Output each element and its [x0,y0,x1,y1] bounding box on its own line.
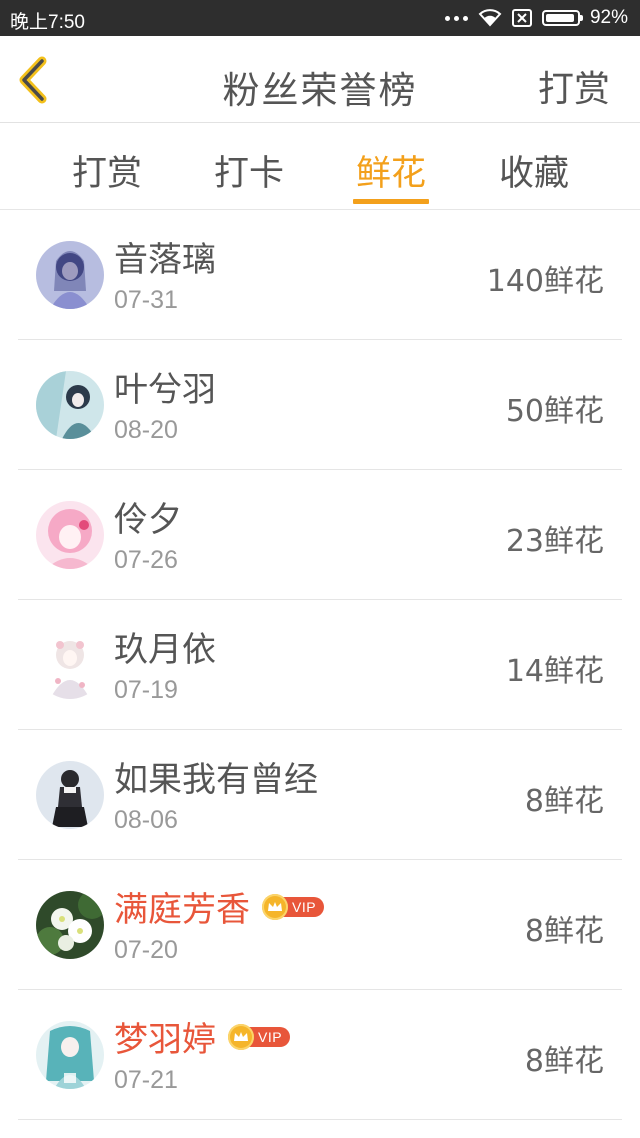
fan-name-line: 如果我有曾经 [114,752,318,801]
fan-date: 07-31 [114,286,178,314]
fan-name-line: 伶夕 [114,492,182,541]
wifi-icon [478,9,502,27]
fan-name: 梦羽婷 [114,1020,216,1060]
fan-name: 叶兮羽 [114,370,216,410]
fan-date: 07-21 [114,1066,178,1094]
list-item[interactable]: 玖月依 07-19 14鲜花 [0,600,640,730]
flower-count: 14鲜花 [505,654,604,689]
fan-list: 音落璃 07-31 140鲜花 叶兮羽 08-20 50鲜花 伶夕 07-26 … [0,210,640,1120]
fan-name-line: 梦羽婷 VIP [114,1012,291,1061]
fan-name: 玖月依 [114,630,216,670]
status-icons: 92% [444,6,628,30]
fan-name-line: 叶兮羽 [114,362,216,411]
fan-date: 07-26 [114,546,178,574]
crown-icon [228,1023,254,1050]
fan-date: 07-19 [114,676,178,704]
reward-button[interactable]: 打赏 [538,60,610,112]
flower-count: 140鲜花 [486,264,604,299]
sim-off-icon [511,9,532,27]
status-time: 晚上7:50 [10,12,85,33]
avatar [36,891,104,959]
tab-bar: 打赏 打卡 鲜花 收藏 [0,123,640,210]
fan-name: 满庭芳香 [114,890,250,930]
list-item[interactable]: 叶兮羽 08-20 50鲜花 [0,340,640,470]
fan-name: 如果我有曾经 [114,760,318,800]
flower-count: 8鲜花 [524,914,604,949]
list-item[interactable]: 音落璃 07-31 140鲜花 [0,210,640,340]
status-bar: 晚上7:50 92% [0,0,640,36]
fan-date: 08-06 [114,806,178,834]
avatar [36,501,104,569]
active-tab-indicator [353,199,429,204]
list-item[interactable]: 梦羽婷 VIP 07-21 8鲜花 [0,990,640,1120]
battery-percent: 92% [589,7,628,28]
fan-name-line: 音落璃 [114,232,216,281]
crown-icon [262,893,288,920]
vip-badge: VIP [262,893,325,920]
fan-name: 音落璃 [114,240,216,280]
list-item[interactable]: 满庭芳香 VIP 07-20 8鲜花 [0,860,640,990]
flower-count: 8鲜花 [524,1044,604,1079]
fan-name-line: 满庭芳香 VIP [114,882,325,931]
avatar [36,631,104,699]
tab-favorites[interactable]: 收藏 [499,145,569,196]
battery-icon [541,10,583,26]
avatar [36,371,104,439]
list-item[interactable]: 伶夕 07-26 23鲜花 [0,470,640,600]
fan-name-line: 玖月依 [114,622,216,671]
flower-count: 50鲜花 [505,394,604,429]
tab-flowers[interactable]: 鲜花 [356,145,426,196]
vip-badge: VIP [228,1023,291,1050]
more-dots-icon [444,15,468,21]
fan-date: 08-20 [114,416,178,444]
tab-checkin[interactable]: 打卡 [214,145,284,196]
avatar [36,761,104,829]
avatar [36,1021,104,1089]
avatar [36,241,104,309]
list-item[interactable]: 如果我有曾经 08-06 8鲜花 [0,730,640,860]
fan-name: 伶夕 [114,500,182,540]
flower-count: 8鲜花 [524,784,604,819]
tab-reward[interactable]: 打赏 [72,145,142,196]
flower-count: 23鲜花 [505,524,604,559]
app-header: 粉丝荣誉榜 打赏 [0,36,640,123]
fan-date: 07-20 [114,936,178,964]
